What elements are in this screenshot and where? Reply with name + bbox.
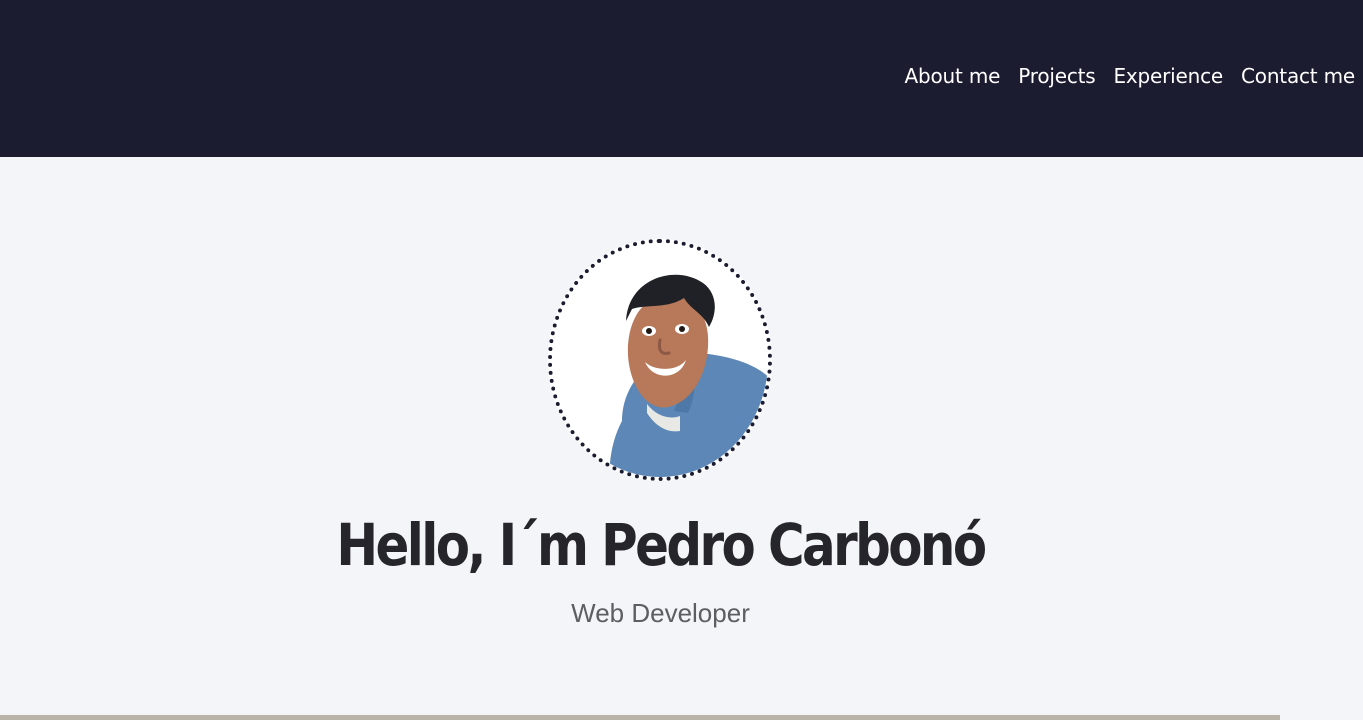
nav-item-projects: Projects — [1018, 62, 1095, 90]
nav-link-contact-me[interactable]: Contact me — [1241, 64, 1355, 88]
hero-section: Hello, I´m Pedro Carbonó Web Developer — [0, 157, 1363, 717]
nav-link-projects[interactable]: Projects — [1018, 64, 1095, 88]
profile-photo — [552, 243, 768, 477]
nav-item-contact: Contact me — [1241, 62, 1355, 90]
section-divider — [0, 715, 1280, 720]
top-navbar: About me Projects Experience Contact me — [0, 0, 1363, 157]
hero-title: Hello, I´m Pedro Carbonó — [336, 511, 987, 579]
hero-subtitle: Web Developer — [571, 598, 750, 628]
nav-links: About me Projects Experience Contact me — [905, 62, 1356, 90]
nav-item-experience: Experience — [1113, 62, 1223, 90]
nav-link-about-me[interactable]: About me — [905, 64, 1001, 88]
nav-link-experience[interactable]: Experience — [1113, 64, 1223, 88]
profile-avatar — [548, 239, 772, 481]
nav-item-about: About me — [905, 62, 1001, 90]
